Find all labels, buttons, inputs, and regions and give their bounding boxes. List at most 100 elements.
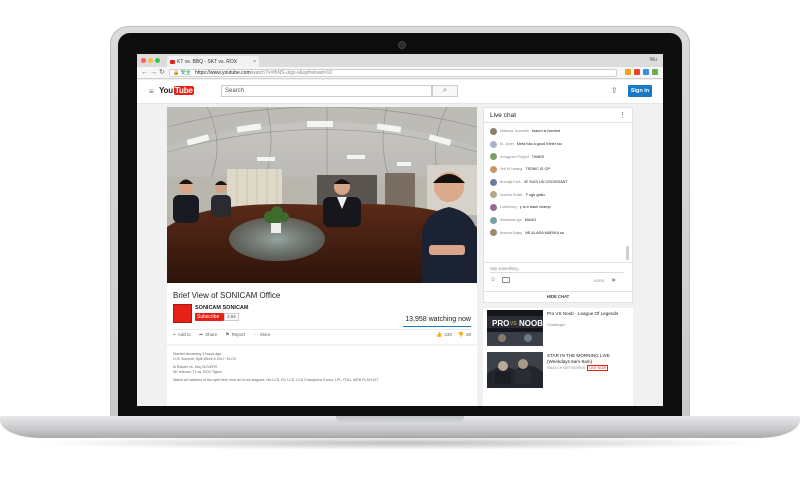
avatar[interactable] bbox=[490, 165, 497, 173]
extension-icon[interactable] bbox=[643, 69, 649, 75]
close-tab-icon[interactable]: × bbox=[253, 59, 259, 65]
chat-text: MAHO bbox=[524, 218, 537, 223]
lock-icon: 🔒 bbox=[173, 70, 180, 76]
chat-message[interactable]: Zsingyuen Project TIIMKS bbox=[490, 150, 626, 163]
live-chat-title: Live chat bbox=[490, 112, 517, 119]
logo-tube: Tube bbox=[173, 86, 194, 95]
chat-author[interactable]: Jeff W Hwang bbox=[500, 167, 522, 171]
more-button[interactable]: ⋯ More bbox=[253, 332, 270, 338]
description-line[interactable]: Watch all matches of the split here from… bbox=[173, 378, 471, 383]
sign-in-button[interactable]: Sign in bbox=[628, 85, 652, 97]
related-videos: PRO VS NOOB Pro VS Noob - League Of Lege… bbox=[483, 308, 633, 406]
browser-tab[interactable]: KT vs. BBQ - SKT vs. ROX × bbox=[167, 56, 259, 67]
chat-text: F ugh gatiu bbox=[525, 192, 545, 197]
thumbnail-image: PRO VS NOOB bbox=[487, 310, 543, 346]
extension-icon[interactable] bbox=[625, 69, 631, 75]
avatar[interactable] bbox=[490, 229, 497, 237]
chat-author[interactable]: Andrew Butler bbox=[500, 193, 523, 197]
chat-message[interactable]: Brendja Fers JE SUIS UN CROISSANT bbox=[490, 176, 626, 189]
subscribe-button[interactable]: Subscribe bbox=[195, 313, 224, 321]
extension-icon[interactable] bbox=[634, 69, 640, 75]
related-video-item[interactable]: PRO VS NOOB Pro VS Noob - League Of Lege… bbox=[487, 310, 629, 350]
add-to-button[interactable]: + Add to bbox=[173, 332, 191, 338]
close-window-button[interactable] bbox=[141, 58, 146, 63]
upload-icon[interactable]: ⇪ bbox=[611, 86, 618, 95]
chat-text: y is a trash champ bbox=[519, 205, 551, 210]
watching-underline bbox=[403, 326, 471, 327]
thumbs-down-icon: 👎 bbox=[457, 332, 464, 338]
live-now-badge: LIVE NOW bbox=[587, 365, 608, 371]
like-dislike: 👍 439 👎 28 bbox=[436, 332, 471, 338]
chat-message[interactable]: LobMoney y is a trash champ bbox=[490, 201, 626, 214]
related-video-title[interactable]: Pro VS Noob - League Of Legends bbox=[547, 311, 629, 317]
subscriber-count: 2,94 bbox=[224, 313, 239, 321]
search-button[interactable]: ⌕ bbox=[432, 85, 458, 97]
avatar[interactable] bbox=[490, 191, 497, 199]
related-video-title[interactable]: STAR IN THE MORNING LIVE (Weekdays 6am-9… bbox=[547, 353, 629, 364]
chat-text: TIIMKS bbox=[531, 154, 545, 159]
chat-author[interactable]: Andrew Bajay bbox=[500, 231, 522, 235]
chat-message-list[interactable]: Mateusz Grzesiek braum is banned M. Janet M… bbox=[490, 125, 626, 239]
avatar[interactable] bbox=[490, 178, 497, 186]
url-input[interactable]: 🔒 安全 https://www.youtube.com/watch?v=fhN… bbox=[169, 69, 617, 77]
dislike-button[interactable]: 👎 28 bbox=[458, 332, 471, 338]
chat-author[interactable]: Mateusz Grzesiek bbox=[500, 129, 529, 133]
send-icon[interactable]: ➤ bbox=[611, 276, 616, 284]
chat-author[interactable]: Brendja Fers bbox=[500, 180, 521, 184]
related-video-item[interactable]: STAR IN THE MORNING LIVE (Weekdays 6am-9… bbox=[487, 352, 629, 392]
chat-message[interactable]: Andrew Bajay NE ALARA MARIKA so bbox=[490, 227, 626, 240]
chat-message[interactable]: dimartedo gia MAHO bbox=[490, 214, 626, 227]
chat-message[interactable]: Andrew Butler F ugh gatiu bbox=[490, 188, 626, 201]
video-player[interactable] bbox=[167, 107, 477, 283]
chat-message[interactable]: Jeff W Hwang TSDMC IS OP bbox=[490, 163, 626, 176]
chat-author[interactable]: Zsingyuen Project bbox=[500, 155, 529, 159]
chat-author[interactable]: dimartedo gia bbox=[500, 218, 522, 222]
chat-text: TSDMC IS OP bbox=[525, 167, 550, 172]
avatar[interactable] bbox=[490, 127, 497, 135]
watching-count: 13,958 watching now bbox=[405, 316, 471, 323]
share-label: Share bbox=[205, 332, 218, 337]
youtube-logo[interactable]: You Tube bbox=[159, 86, 194, 95]
chat-author[interactable]: M. Janet bbox=[500, 142, 514, 146]
tab-title: KT vs. BBQ - SKT vs. ROX bbox=[177, 58, 238, 65]
search-input[interactable]: Search bbox=[221, 85, 432, 97]
divider bbox=[484, 122, 632, 123]
forward-icon[interactable]: → bbox=[150, 69, 157, 77]
channel-name[interactable]: SONICAM SONICAM bbox=[195, 305, 248, 311]
chat-message[interactable]: M. Janet Meta has a good Kfeier too bbox=[490, 138, 626, 151]
hide-chat-button[interactable]: HIDE CHAT bbox=[484, 294, 632, 299]
super-chat-icon[interactable] bbox=[502, 277, 510, 283]
chat-text: NE ALARA MARIKA so bbox=[525, 230, 565, 235]
share-button[interactable]: ➦ Share bbox=[199, 332, 217, 338]
chat-message[interactable]: Mateusz Grzesiek braum is banned bbox=[490, 125, 626, 138]
browser-menu-icon[interactable]: ⋮ bbox=[651, 68, 658, 76]
avatar[interactable] bbox=[490, 203, 497, 211]
chat-input[interactable]: Say something... bbox=[490, 265, 624, 273]
reload-icon[interactable]: ↻ bbox=[159, 69, 165, 77]
chat-scrollbar[interactable] bbox=[626, 246, 629, 260]
emoji-icon[interactable]: ☺ bbox=[490, 277, 496, 283]
video-thumbnail[interactable]: PRO VS NOOB bbox=[487, 310, 543, 346]
video-description: Started streaming 3 hours ago LCK Summer… bbox=[167, 346, 477, 406]
back-icon[interactable]: ← bbox=[141, 69, 148, 77]
chat-author[interactable]: LobMoney bbox=[500, 205, 517, 209]
youtube-header: ≡ You Tube Search ⌕ ⇪ Sign in bbox=[137, 80, 663, 104]
guide-menu-icon[interactable]: ≡ bbox=[149, 87, 154, 96]
chat-menu-icon[interactable]: ⋮ bbox=[619, 111, 626, 119]
url-path: /watch?v=fhNS-uIgx-s&spfreload=10 bbox=[250, 70, 333, 76]
minimize-window-button[interactable] bbox=[148, 58, 153, 63]
browser-user[interactable]: Wu bbox=[650, 57, 657, 63]
maximize-window-button[interactable] bbox=[155, 58, 160, 63]
laptop-shadow bbox=[30, 436, 770, 450]
report-button[interactable]: ⚑ Report bbox=[225, 332, 245, 338]
search-icon: ⌕ bbox=[443, 87, 447, 94]
avatar[interactable] bbox=[490, 216, 497, 224]
channel-avatar[interactable] bbox=[173, 304, 192, 323]
like-button[interactable]: 👍 439 bbox=[436, 332, 452, 338]
svg-text:PRO: PRO bbox=[492, 319, 509, 328]
avatar[interactable] bbox=[490, 153, 497, 161]
video-thumbnail[interactable] bbox=[487, 352, 543, 388]
chat-text: JE SUIS UN CROISSANT bbox=[523, 180, 568, 185]
browser-window: KT vs. BBQ - SKT vs. ROX × Wu ← → ↻ 🔒 安全… bbox=[137, 54, 663, 406]
avatar[interactable] bbox=[490, 140, 497, 148]
